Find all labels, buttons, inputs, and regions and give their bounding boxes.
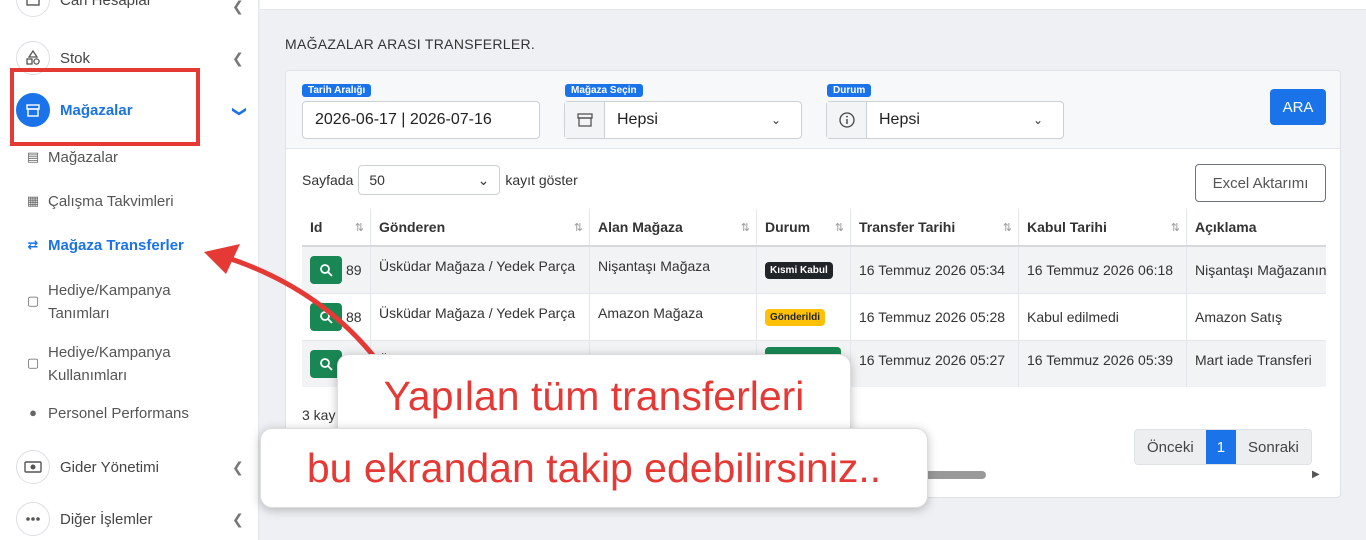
callout-line-2: bu ekrandan takip edebilirsiniz.. <box>260 428 928 508</box>
callout-line-1: Yapılan tüm transferleri <box>337 354 851 438</box>
